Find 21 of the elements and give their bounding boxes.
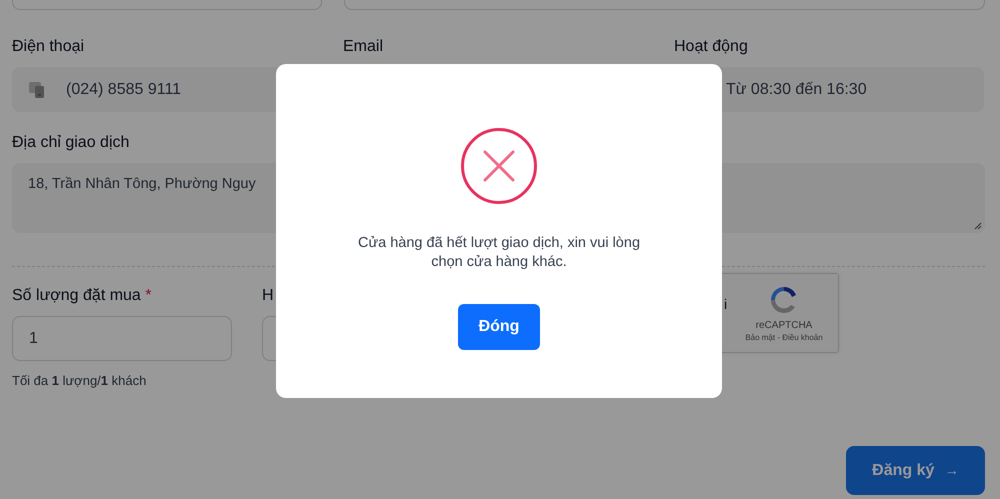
field-label: Điện thoại: [12, 37, 86, 57]
error-icon: [460, 127, 538, 205]
captcha-label: i: [724, 296, 728, 312]
close-button[interactable]: Đóng: [458, 304, 540, 350]
quantity-hint: Tối đa 1 lượng/1 khách: [12, 373, 148, 388]
captcha-links: Bảo mật - Điều khoản: [745, 333, 823, 342]
register-button[interactable]: Đăng ký →: [846, 446, 985, 495]
required-mark: *: [145, 287, 152, 304]
field-label: Địa chỉ giao dịch: [12, 133, 130, 153]
captcha-brand: reCAPTCHA: [756, 320, 812, 331]
phone-number: (024) 8585 9111: [66, 80, 182, 98]
field-label: Số lượng đặt mua: [12, 287, 141, 304]
dialog-message: Cửa hàng đã hết lượt giao dịch, xin vui lòng chọn cửa hàng khác.: [356, 234, 642, 272]
quantity-input[interactable]: 1: [12, 316, 232, 361]
address-text: 18, Trần Nhân Tông, Phường Nguy: [28, 176, 256, 192]
opening-hours: Từ 08:30 đến 16:30: [726, 80, 867, 98]
phone-icon: [28, 80, 46, 98]
field-label: Hoạt động: [674, 37, 749, 57]
resize-grip-icon: [974, 222, 982, 230]
field-label: Email: [343, 37, 384, 57]
field-label: H: [262, 286, 275, 306]
